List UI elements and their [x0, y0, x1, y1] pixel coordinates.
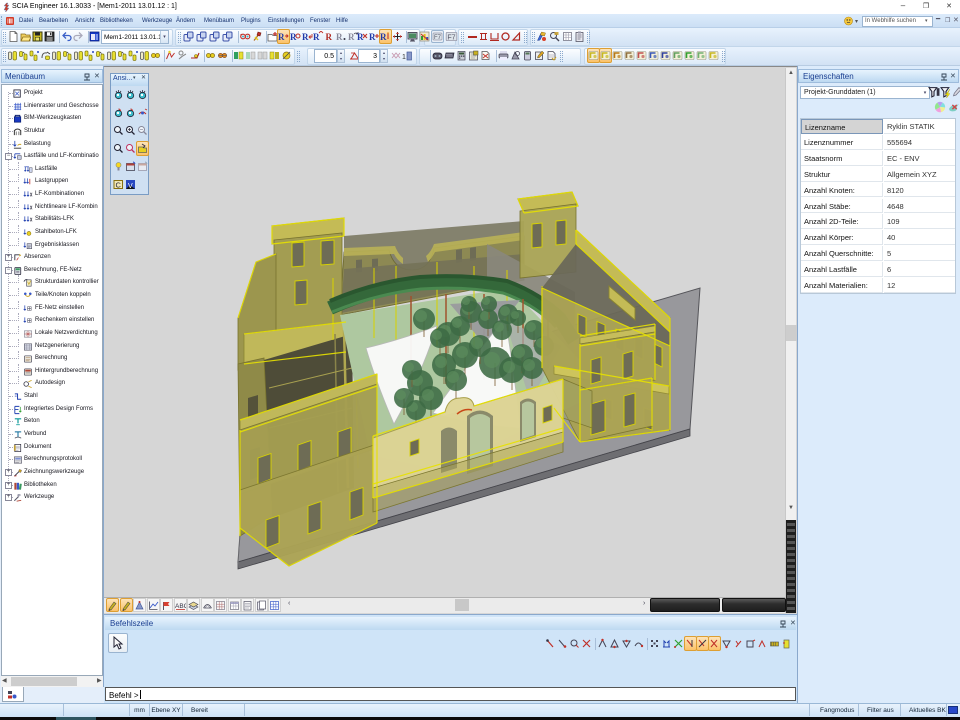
svg-text:C: C [116, 181, 122, 190]
svg-text:R: R [369, 32, 376, 42]
svg-text:V: V [128, 183, 133, 190]
svg-text:F7: F7 [447, 33, 455, 41]
svg-text:R: R [336, 32, 343, 42]
svg-text:R: R [326, 32, 333, 42]
svg-text:R: R [357, 32, 364, 42]
svg-text:F7: F7 [434, 35, 442, 41]
svg-text:ABC: ABC [175, 603, 186, 610]
svg-text:R: R [380, 32, 387, 42]
svg-text:R: R [313, 32, 320, 42]
svg-text:R: R [302, 32, 309, 42]
svg-text:1: 1 [402, 54, 406, 61]
svg-text:R: R [278, 32, 285, 42]
